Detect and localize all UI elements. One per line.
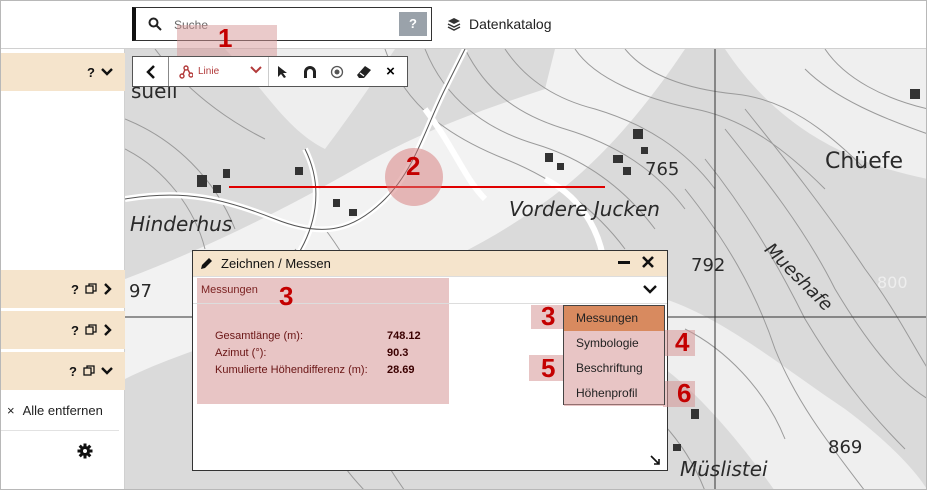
layer-panel: ? ? ? ? × Alle entfernen <box>1 49 125 489</box>
stat-label: Gesamtlänge (m): <box>215 329 304 342</box>
chevron-down-icon[interactable] <box>101 366 113 376</box>
copy-icon[interactable] <box>85 324 97 336</box>
close-icon: × <box>7 403 15 418</box>
draw-mode-label: Linie <box>198 66 220 77</box>
stat-value: 748.12 <box>387 329 421 342</box>
stat-value: 28.69 <box>387 363 415 376</box>
dialog-header[interactable]: Zeichnen / Messen <box>193 251 667 277</box>
point-tool[interactable] <box>323 57 350 86</box>
remove-all-button[interactable]: × Alle entfernen <box>7 403 103 418</box>
chevron-right-icon[interactable] <box>103 283 113 295</box>
map-label-hinderhus: Hinderhus <box>130 212 233 236</box>
divider <box>1 430 119 431</box>
catalog-button[interactable]: Datenkatalog <box>447 16 552 32</box>
target-icon <box>330 65 343 78</box>
annotation-6: 6 <box>677 378 692 408</box>
map-label-vordere-jucken: Vordere Jucken <box>509 197 660 221</box>
menu-item-symbologie[interactable]: Symbologie <box>564 331 664 356</box>
remove-all-label: Alle entfernen <box>22 403 103 418</box>
annotation-5: 5 <box>541 353 556 383</box>
stat-row-length: Gesamtlänge (m): 748.12 <box>215 327 421 344</box>
toolbar-close-button[interactable]: × <box>377 57 404 86</box>
search-help-button[interactable]: ? <box>399 12 427 36</box>
stat-value: 90.3 <box>387 346 409 359</box>
map-elevation-869: 869 <box>828 437 863 458</box>
map-elevation-97: 97 <box>129 281 152 302</box>
chevron-down-icon[interactable] <box>643 284 657 294</box>
chevron-down-icon <box>250 66 262 74</box>
dialog-title: Zeichnen / Messen <box>221 256 331 271</box>
top-bar: Suche ? Datenkatalog <box>1 1 926 49</box>
select-tool[interactable] <box>269 57 296 86</box>
back-button[interactable] <box>133 57 169 86</box>
measurement-stats: Gesamtlänge (m): 748.12 Azimut (°): 90.3… <box>215 327 421 378</box>
layer-help[interactable]: ? <box>71 282 79 297</box>
stat-row-height-diff: Kumulierte Höhendifferenz (m): 28.69 <box>215 361 421 378</box>
cursor-arrow-icon <box>277 65 287 78</box>
annotation-2: 2 <box>406 151 421 181</box>
resize-handle-icon[interactable] <box>649 454 661 466</box>
menu-item-hoehenprofil[interactable]: Höhenprofil <box>564 381 664 406</box>
layers-icon <box>447 18 461 31</box>
map-elevation-765: 765 <box>645 159 680 180</box>
map-elevation-792: 792 <box>691 255 726 276</box>
snap-tool[interactable] <box>296 57 323 86</box>
layer-row-2[interactable]: ? <box>1 270 125 308</box>
menu-item-messungen[interactable]: Messungen <box>564 306 664 331</box>
layer-row-1[interactable]: ? <box>1 53 125 91</box>
draw-toolbar: Linie × <box>132 56 408 87</box>
layer-help[interactable]: ? <box>87 65 95 80</box>
map-label-chuefe: Chüefe <box>825 149 904 174</box>
menu-item-beschriftung[interactable]: Beschriftung <box>564 356 664 381</box>
minimize-icon[interactable] <box>617 255 631 269</box>
close-icon: × <box>386 63 395 80</box>
section-label: Messungen <box>201 284 258 296</box>
stat-label: Azimut (°): <box>215 346 267 359</box>
pencil-icon <box>201 257 212 269</box>
section-menu: Messungen Symbologie Beschriftung Höhenp… <box>563 305 665 406</box>
gear-icon[interactable] <box>77 443 93 459</box>
catalog-label: Datenkatalog <box>469 16 552 32</box>
eraser-icon <box>356 65 371 78</box>
polyline-icon <box>179 64 193 79</box>
magnet-icon <box>303 65 316 78</box>
chevron-down-icon[interactable] <box>101 67 113 77</box>
annotation-1: 1 <box>218 23 233 53</box>
app-window: Hinderhus Vordere Jucken Chüefe Müsliste… <box>0 0 927 490</box>
map-label-mulistei: Müslistei <box>680 457 768 481</box>
copy-icon[interactable] <box>85 283 97 295</box>
stat-row-azimuth: Azimut (°): 90.3 <box>215 344 421 361</box>
annotation-4: 4 <box>675 327 690 357</box>
layer-row-3[interactable]: ? <box>1 311 125 349</box>
map-elevation-800: 800 <box>877 273 908 292</box>
eraser-tool[interactable] <box>350 57 377 86</box>
layer-help[interactable]: ? <box>71 323 79 338</box>
copy-icon[interactable] <box>83 365 95 377</box>
stat-label: Kumulierte Höhendifferenz (m): <box>215 363 368 376</box>
close-icon[interactable] <box>641 255 655 269</box>
layer-row-4[interactable]: ? <box>1 352 125 390</box>
chevron-right-icon[interactable] <box>103 324 113 336</box>
chevron-left-icon <box>145 64 155 79</box>
dialog-section-header[interactable]: Messungen <box>193 278 667 304</box>
draw-mode-select[interactable]: Linie <box>169 57 269 86</box>
annotation-3: 3 <box>279 281 294 311</box>
layer-help[interactable]: ? <box>69 364 77 379</box>
search-icon <box>148 17 162 31</box>
annotation-3-menu: 3 <box>541 301 556 331</box>
